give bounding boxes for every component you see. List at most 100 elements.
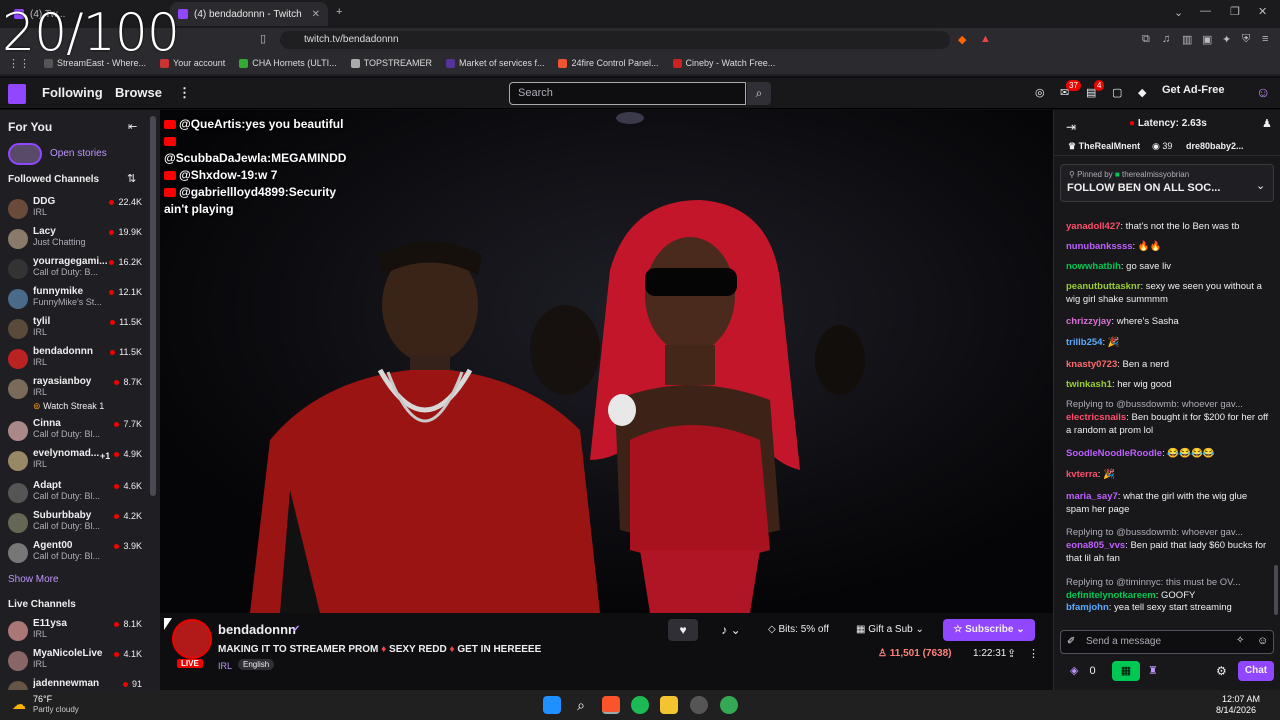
chat-username[interactable]: twinkash1	[1066, 379, 1112, 390]
nav-following[interactable]: Following	[42, 85, 103, 100]
nav-browse[interactable]: Browse	[115, 85, 162, 100]
chat-settings-icon[interactable]: ⚙	[1216, 664, 1227, 678]
notification-bell-button[interactable]: ♪ ⌄	[714, 619, 748, 641]
windows-start-icon[interactable]	[543, 696, 561, 714]
leo-icon[interactable]: ✦	[1222, 33, 1231, 46]
chat-username[interactable]: yanadoll427	[1066, 221, 1120, 232]
sidebar-live-channel[interactable]: MyaNicoleLive IRL 4.1K	[0, 648, 150, 678]
whispers-icon[interactable]: ▢	[1112, 86, 1122, 99]
more-options-icon[interactable]: ⋮	[1028, 647, 1039, 660]
share-icon[interactable]: ⇪	[1007, 647, 1016, 660]
show-more-link[interactable]: Show More	[8, 574, 59, 585]
bits-icon[interactable]: ◆	[1138, 86, 1146, 99]
chat-username[interactable]: definitelynotkareem	[1066, 590, 1156, 601]
claim-bonus-button[interactable]: ▦	[1112, 661, 1140, 681]
sidebar-channel[interactable]: Suburbbaby Call of Duty: Bl... 4.2K	[0, 510, 150, 540]
minimize-icon[interactable]: —	[1200, 5, 1211, 17]
weather-icon[interactable]: ☁	[12, 696, 26, 713]
sidebar-channel[interactable]: yourragegami... Call of Duty: B... 16.2K	[0, 256, 150, 286]
bookmark-icon[interactable]: ▯	[260, 32, 266, 45]
stories-avatars[interactable]	[8, 143, 42, 165]
bookmark-item[interactable]: Market of services f...	[445, 58, 544, 68]
brave-browser-icon[interactable]	[602, 696, 620, 714]
chat-send-button[interactable]: Chat	[1238, 661, 1274, 681]
chat-input[interactable]: ✐ Send a message ✧ ☺	[1060, 630, 1274, 654]
open-stories-link[interactable]: Open stories	[50, 148, 107, 159]
tab-search-icon[interactable]: ⌄	[1174, 6, 1183, 19]
get-ad-free-button[interactable]: Get Ad-Free	[1162, 84, 1225, 96]
file-explorer-icon[interactable]	[660, 696, 678, 714]
chat-username[interactable]: trillb254	[1066, 337, 1102, 348]
browser-tab-active[interactable]: (4) bendadonnn - Twitch ✕	[170, 2, 328, 26]
sidebar-live-channel[interactable]: E11ysa IRL 8.1K	[0, 618, 150, 648]
language-tag[interactable]: English	[238, 659, 275, 670]
sort-icon[interactable]: ⇅	[127, 172, 136, 185]
bookmark-item[interactable]: TOPSTREAMER	[350, 58, 432, 68]
magic-icon[interactable]: ✧	[1236, 635, 1244, 646]
chat-username[interactable]: eona805_vvs	[1066, 540, 1125, 551]
sidebar-channel[interactable]: bendadonnn IRL 11.5K	[0, 346, 150, 376]
sidebar-icon[interactable]: ▥	[1182, 33, 1192, 46]
chat-username[interactable]: peanutbuttasknr	[1066, 281, 1140, 292]
gift-sub-button[interactable]: ▦ Gift a Sub ⌄	[850, 619, 930, 641]
expand-pinned-icon[interactable]: ⌄	[1256, 179, 1265, 192]
new-tab-icon[interactable]: +	[336, 6, 342, 18]
close-tab-icon[interactable]: ✕	[312, 9, 320, 20]
channel-avatar[interactable]	[172, 619, 212, 659]
chat-username[interactable]: nowwhatbih	[1066, 261, 1121, 272]
pinned-message[interactable]: ⚲ Pinned by ■ therealmissyobrian FOLLOW …	[1060, 164, 1274, 202]
close-window-icon[interactable]: ✕	[1258, 5, 1267, 18]
sidebar-channel[interactable]: tylil IRL 11.5K	[0, 316, 150, 346]
menu-icon[interactable]: ≡	[1262, 33, 1268, 45]
chrome-icon[interactable]	[720, 696, 738, 714]
bits-button[interactable]: ◇ Bits: 5% off	[762, 619, 835, 641]
vpn-icon[interactable]: ⛨	[1242, 33, 1250, 46]
sidebar-channel[interactable]: Cinna Call of Duty: Bl... 7.7K	[0, 418, 150, 448]
chat-username[interactable]: bfamjohn	[1066, 602, 1109, 613]
sidebar-live-channel[interactable]: jadennewman 91	[0, 678, 150, 690]
chat-username[interactable]: SoodleNoodleRoodle	[1066, 448, 1162, 459]
reply-context[interactable]: Replying to @bussdowmb: whoever gav...	[1066, 526, 1271, 539]
bookmark-item[interactable]: 24fire Control Panel...	[558, 58, 659, 68]
more-icon[interactable]: ⋮	[178, 85, 191, 101]
spotify-icon[interactable]	[631, 696, 649, 714]
sidebar-channel[interactable]: funnymike FunnyMike's St... 12.1K	[0, 286, 150, 316]
sidebar-scrollbar[interactable]	[150, 116, 156, 496]
chat-username[interactable]: kvterra	[1066, 469, 1098, 480]
bookmark-item[interactable]: Cineby - Watch Free...	[672, 58, 775, 68]
sidebar-channel[interactable]: DDG IRL 22.4K	[0, 196, 150, 226]
search-input[interactable]: Search	[509, 82, 746, 105]
sidebar-channel[interactable]: Adapt Call of Duty: Bl... 4.6K	[0, 480, 150, 510]
chat-username[interactable]: electricsnails	[1066, 412, 1126, 423]
search-icon[interactable]: ⌕	[572, 696, 590, 714]
channel-name[interactable]: bendadonnn	[218, 622, 296, 637]
collapse-chat-icon[interactable]: ⇥	[1066, 120, 1076, 134]
channel-points[interactable]: ◈ 0	[1070, 664, 1096, 677]
wallet-icon[interactable]: ▣	[1202, 33, 1212, 46]
leaderboard-user-2[interactable]: dre80baby2...	[1186, 141, 1244, 151]
search-icon[interactable]: ⌕	[747, 82, 771, 105]
category-link[interactable]: IRL	[218, 661, 232, 671]
subscribe-button[interactable]: ☆ Subscribe ⌄	[943, 619, 1035, 641]
follow-heart-button[interactable]: ♥	[668, 619, 698, 641]
sidebar-channel[interactable]: evelynomad... IRL 4.9K	[0, 448, 150, 478]
chat-username[interactable]: knasty0723	[1066, 359, 1117, 370]
chat-scrollbar[interactable]	[1274, 565, 1278, 615]
collapse-sidebar-icon[interactable]: ⇤	[128, 120, 137, 133]
obs-icon[interactable]	[690, 696, 708, 714]
rewards-icon[interactable]: ▲	[980, 33, 991, 45]
reply-context[interactable]: Replying to @timinnyc: this must be OV..…	[1066, 576, 1271, 589]
chat-username[interactable]: chrizzyjay	[1066, 316, 1111, 327]
chat-username[interactable]: nunubankssss	[1066, 241, 1133, 252]
reply-context[interactable]: Replying to @bussdowmb: whoever gav...	[1066, 398, 1271, 411]
prime-icon[interactable]: ◎	[1035, 86, 1045, 99]
extensions-icon[interactable]: ⧉	[1142, 33, 1150, 46]
prediction-icon[interactable]: ♜	[1148, 664, 1158, 677]
user-avatar-icon[interactable]: ☺	[1256, 84, 1270, 100]
sidebar-channel[interactable]: Lacy Just Chatting 19.9K	[0, 226, 150, 256]
bookmark-item[interactable]: CHA Hornets (ULTI...	[239, 58, 337, 68]
community-icon[interactable]: ♟	[1262, 117, 1272, 130]
music-icon[interactable]: ♫	[1162, 33, 1170, 45]
chat-username[interactable]: maria_say7	[1066, 491, 1118, 502]
maximize-icon[interactable]: ❐	[1230, 5, 1240, 18]
